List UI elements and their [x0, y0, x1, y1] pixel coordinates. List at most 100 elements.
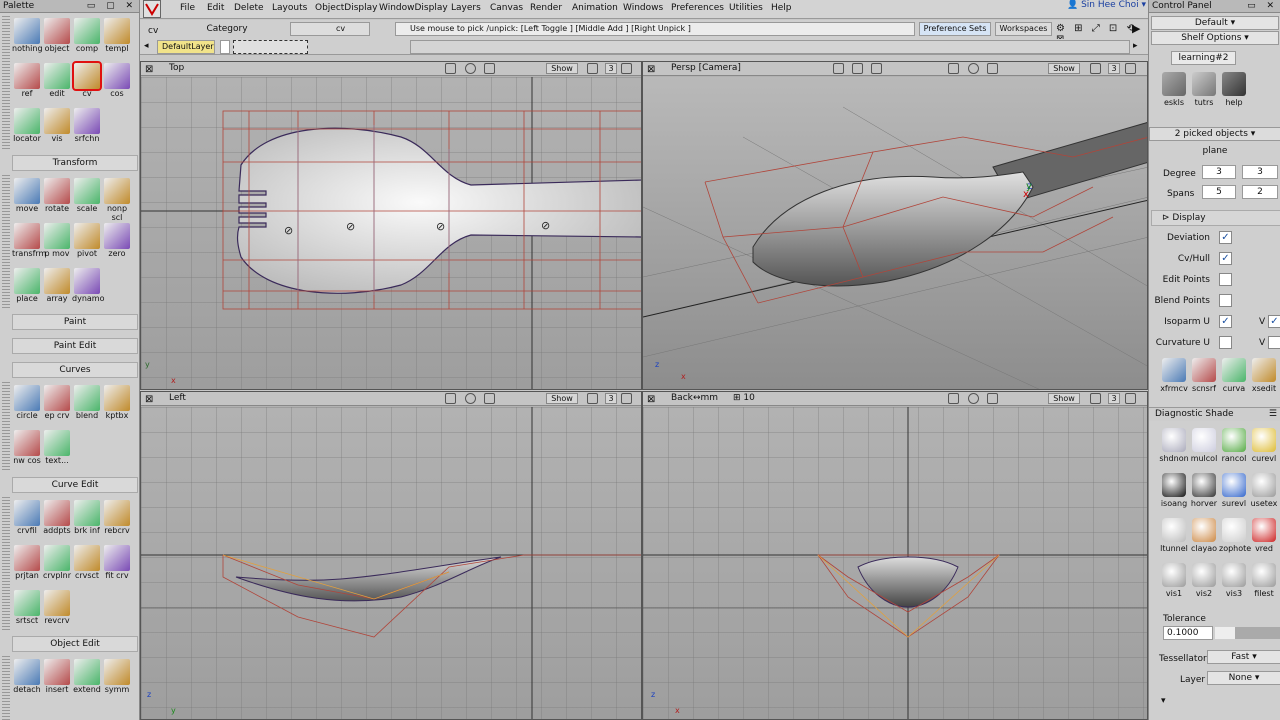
- shelf-options-dropdown[interactable]: Shelf Options ▾: [1151, 31, 1279, 45]
- viewport-persp[interactable]: ⊠ Persp [Camera] Show 3 x z y z x: [642, 61, 1148, 390]
- viewport-close-icon[interactable]: ⊠: [647, 393, 655, 406]
- diag-tool-vis1[interactable]: vis1: [1159, 563, 1189, 598]
- wire-icon[interactable]: [1125, 63, 1136, 74]
- pan-icon[interactable]: [987, 393, 998, 404]
- tool-insert[interactable]: insert: [42, 659, 72, 694]
- tool-crvfil[interactable]: crvfil: [12, 500, 42, 535]
- option-checkbox-4[interactable]: ✓: [1219, 315, 1232, 328]
- show-button[interactable]: Show: [546, 393, 578, 404]
- tumble-icon[interactable]: [968, 63, 979, 74]
- tool-crvplnr[interactable]: crvplnr: [42, 545, 72, 580]
- tool-text---[interactable]: text...: [42, 430, 72, 465]
- menu-help[interactable]: Help: [771, 3, 792, 13]
- tool-cos[interactable]: cos: [102, 63, 132, 98]
- display-mode-button[interactable]: 3: [605, 63, 617, 74]
- show-button[interactable]: Show: [546, 63, 578, 74]
- tool-array[interactable]: array: [42, 268, 72, 303]
- show-button[interactable]: Show: [1048, 393, 1080, 404]
- tumble-icon[interactable]: [465, 63, 476, 74]
- tolerance-field[interactable]: 0.1000: [1163, 626, 1213, 640]
- tool-detach[interactable]: detach: [12, 659, 42, 694]
- option-v-checkbox-5[interactable]: [1268, 336, 1280, 349]
- diag-tool-clayao[interactable]: clayao: [1189, 518, 1219, 553]
- zoom-icon[interactable]: [948, 63, 959, 74]
- curve-edit-drag-strip[interactable]: [2, 497, 10, 632]
- tool-vis[interactable]: vis: [42, 108, 72, 143]
- shelf-tool-tutrs[interactable]: tutrs: [1189, 72, 1219, 107]
- zoom-icon[interactable]: [445, 63, 456, 74]
- shelf-tool-scnsrf[interactable]: scnsrf: [1189, 358, 1219, 393]
- tool-symm[interactable]: symm: [102, 659, 132, 694]
- menu-icon[interactable]: ☰: [1269, 408, 1277, 421]
- spork-side-surface[interactable]: [235, 556, 502, 602]
- menu-animation[interactable]: Animation: [572, 3, 618, 13]
- menu-layouts[interactable]: Layouts: [272, 3, 307, 13]
- tool-fit-crv[interactable]: fit crv: [102, 545, 132, 580]
- section-object-edit[interactable]: Object Edit: [12, 636, 138, 652]
- spork-left-view[interactable]: z y: [141, 407, 642, 720]
- tool-nw-cos[interactable]: nw cos: [12, 430, 42, 465]
- diag-tool-vis2[interactable]: vis2: [1189, 563, 1219, 598]
- diag-tool-mulcol[interactable]: mulcol: [1189, 428, 1219, 463]
- tumble-icon[interactable]: [465, 393, 476, 404]
- wire-icon[interactable]: [621, 393, 632, 404]
- layer-scroll-right-icon[interactable]: ▸: [1133, 41, 1138, 51]
- section-transform[interactable]: Transform: [12, 155, 138, 171]
- menu-preferences[interactable]: Preferences: [671, 3, 724, 13]
- spans-u-field[interactable]: 5: [1202, 185, 1236, 199]
- shelf-tool-curva[interactable]: curva: [1219, 358, 1249, 393]
- diag-tool-surevl[interactable]: surevl: [1219, 473, 1249, 508]
- menu-canvas[interactable]: Canvas: [490, 3, 523, 13]
- curves-drag-strip[interactable]: [2, 382, 10, 472]
- tool-place[interactable]: place: [12, 268, 42, 303]
- spork-persp-surface[interactable]: [752, 171, 1034, 287]
- shelf-tool-help[interactable]: help: [1219, 72, 1249, 107]
- option-checkbox-2[interactable]: [1219, 273, 1232, 286]
- tool-extend[interactable]: extend: [72, 659, 102, 694]
- degree-v-field[interactable]: 3: [1242, 165, 1278, 179]
- layout-icon[interactable]: [1090, 63, 1101, 74]
- camera-icon[interactable]: [833, 63, 844, 74]
- diag-tool-ltunnel[interactable]: ltunnel: [1159, 518, 1189, 553]
- menu-edit[interactable]: Edit: [207, 3, 224, 13]
- tolerance-slider[interactable]: [1215, 627, 1280, 639]
- tool-nonp-scl[interactable]: nonp scl: [102, 178, 132, 222]
- preference-sets-button[interactable]: Preference Sets: [919, 22, 991, 36]
- diag-tool-vred[interactable]: vred: [1249, 518, 1279, 553]
- tool-rotate[interactable]: rotate: [42, 178, 72, 222]
- menu-utilities[interactable]: Utilities: [729, 3, 763, 13]
- layout-icon[interactable]: [587, 63, 598, 74]
- tumble-icon[interactable]: [968, 393, 979, 404]
- camera-view-icon[interactable]: [852, 63, 863, 74]
- tool-circle[interactable]: circle: [12, 385, 42, 420]
- diag-tool-isoang[interactable]: isoang: [1159, 473, 1189, 508]
- tool-scale[interactable]: scale: [72, 178, 102, 222]
- menu-windows[interactable]: Windows: [623, 3, 663, 13]
- layer-dropdown[interactable]: None ▾: [1207, 671, 1280, 685]
- menu-delete[interactable]: Delete: [234, 3, 264, 13]
- picked-objects-dropdown[interactable]: 2 picked objects ▾: [1149, 127, 1280, 141]
- menu-render[interactable]: Render: [530, 3, 562, 13]
- tool-transfrm[interactable]: transfrm: [12, 223, 46, 258]
- viewport-close-icon[interactable]: ⊠: [145, 393, 153, 406]
- option-checkbox-0[interactable]: ✓: [1219, 231, 1232, 244]
- viewport-top[interactable]: ⊠ Top Show 3 ⊘ ⊘ ⊘ ⊘ y x: [140, 61, 642, 390]
- preset-dropdown[interactable]: Default ▾: [1151, 16, 1279, 30]
- option-checkbox-5[interactable]: [1219, 336, 1232, 349]
- spans-v-field[interactable]: 2: [1242, 185, 1278, 199]
- option-v-checkbox-4[interactable]: ✓: [1268, 315, 1280, 328]
- tool-srfchn[interactable]: srfchn: [72, 108, 102, 143]
- tool-dynamo[interactable]: dynamo: [72, 268, 104, 303]
- display-mode-button[interactable]: 3: [605, 393, 617, 404]
- show-button[interactable]: Show: [1048, 63, 1080, 74]
- display-section[interactable]: ⊳ Display: [1151, 210, 1280, 226]
- option-checkbox-3[interactable]: [1219, 294, 1232, 307]
- palette-window-buttons[interactable]: ▭ ▢ ✕: [87, 0, 137, 13]
- pan-icon[interactable]: [484, 393, 495, 404]
- viewport-left[interactable]: ⊠ Left Show 3 z y: [140, 391, 642, 720]
- arrow-right-icon[interactable]: ▶: [1132, 22, 1140, 35]
- tool-pivot[interactable]: pivot: [72, 223, 102, 258]
- layout-icon[interactable]: [587, 393, 598, 404]
- tool-blend[interactable]: blend: [72, 385, 102, 420]
- tool-comp[interactable]: comp: [72, 18, 102, 53]
